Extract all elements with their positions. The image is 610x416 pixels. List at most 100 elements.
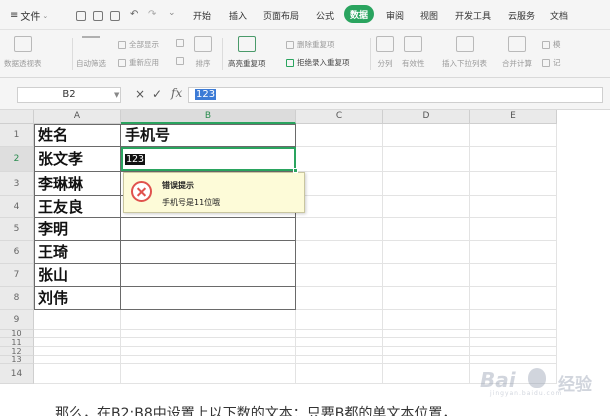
tab-view[interactable]: 视图: [420, 9, 438, 22]
show-all-button[interactable]: 全部显示: [118, 39, 159, 50]
file-menu[interactable]: ≡ 文件 ⌄: [10, 8, 48, 23]
cell-a6[interactable]: 王琦: [34, 241, 121, 264]
cell-e10[interactable]: [470, 330, 557, 338]
cell-c7[interactable]: [296, 264, 383, 287]
cell-b14[interactable]: [121, 364, 296, 384]
cell-d10[interactable]: [383, 330, 470, 338]
column-header-c[interactable]: C: [296, 110, 383, 124]
cell-e8[interactable]: [470, 287, 557, 310]
sort-ascending-button[interactable]: [176, 39, 184, 47]
tab-developer[interactable]: 开发工具: [455, 9, 491, 22]
confirm-entry-icon[interactable]: ✓: [152, 87, 162, 101]
cell-a7[interactable]: 张山: [34, 264, 121, 287]
cell-a10[interactable]: [34, 330, 121, 338]
pivot-table-button[interactable]: 数据透视表: [4, 36, 42, 69]
cancel-entry-icon[interactable]: ×: [135, 87, 145, 101]
undo-icon[interactable]: ↶: [130, 9, 138, 20]
highlight-duplicates-button[interactable]: 高亮重复项: [228, 36, 266, 69]
row-header-9[interactable]: 9: [0, 310, 34, 330]
cell-d7[interactable]: [383, 264, 470, 287]
cell-c10[interactable]: [296, 330, 383, 338]
tab-insert[interactable]: 插入: [229, 9, 247, 22]
cell-d8[interactable]: [383, 287, 470, 310]
cell-b5[interactable]: [121, 218, 296, 241]
tab-formulas[interactable]: 公式: [316, 9, 334, 22]
cell-d2[interactable]: [383, 147, 470, 172]
cell-d1[interactable]: [383, 124, 470, 147]
cell-e12[interactable]: [470, 347, 557, 356]
print-preview-icon[interactable]: [110, 11, 120, 21]
redo-icon[interactable]: ↷: [148, 9, 156, 20]
cell-b6[interactable]: [121, 241, 296, 264]
cell-d13[interactable]: [383, 356, 470, 364]
row-header-14[interactable]: 14: [0, 364, 34, 384]
print-icon[interactable]: [93, 11, 103, 21]
cell-d11[interactable]: [383, 338, 470, 347]
cell-c8[interactable]: [296, 287, 383, 310]
split-columns-button[interactable]: 分列: [376, 36, 394, 69]
cell-a4[interactable]: 王友良: [34, 196, 121, 218]
tab-review[interactable]: 审阅: [386, 9, 404, 22]
cell-c2[interactable]: [296, 147, 383, 172]
cell-e3[interactable]: [470, 172, 557, 196]
cell-b10[interactable]: [121, 330, 296, 338]
cell-b11[interactable]: [121, 338, 296, 347]
cell-e9[interactable]: [470, 310, 557, 330]
cell-c1[interactable]: [296, 124, 383, 147]
cell-e4[interactable]: [470, 196, 557, 218]
cell-b7[interactable]: [121, 264, 296, 287]
consolidate-button[interactable]: 合并计算: [502, 36, 532, 69]
cell-d9[interactable]: [383, 310, 470, 330]
insert-function-icon[interactable]: fx: [171, 86, 182, 100]
cell-d14[interactable]: [383, 364, 470, 384]
customize-quick-access-icon[interactable]: ⌄: [168, 8, 176, 18]
column-header-e[interactable]: E: [470, 110, 557, 124]
cell-a5[interactable]: 李明: [34, 218, 121, 241]
tab-cloud[interactable]: 云服务: [508, 9, 535, 22]
model-button[interactable]: 模: [542, 39, 561, 50]
sort-descending-button[interactable]: [176, 57, 184, 65]
record-button[interactable]: 记: [542, 57, 561, 68]
cell-c9[interactable]: [296, 310, 383, 330]
cell-c3[interactable]: [296, 172, 383, 196]
fill-handle[interactable]: [293, 168, 298, 173]
cell-b13[interactable]: [121, 356, 296, 364]
cell-d3[interactable]: [383, 172, 470, 196]
save-icon[interactable]: [76, 11, 86, 21]
cell-a3[interactable]: 李琳琳: [34, 172, 121, 196]
cell-e6[interactable]: [470, 241, 557, 264]
row-header-2[interactable]: 2: [0, 147, 34, 172]
cell-c5[interactable]: [296, 218, 383, 241]
cell-a11[interactable]: [34, 338, 121, 347]
tab-home[interactable]: 开始: [193, 9, 211, 22]
row-header-3[interactable]: 3: [0, 172, 34, 196]
row-header-5[interactable]: 5: [0, 218, 34, 241]
cell-c13[interactable]: [296, 356, 383, 364]
cell-a1[interactable]: 姓名: [34, 124, 121, 147]
cell-b9[interactable]: [121, 310, 296, 330]
tab-page-layout[interactable]: 页面布局: [263, 9, 299, 22]
row-header-11[interactable]: 11: [0, 338, 34, 347]
cell-c12[interactable]: [296, 347, 383, 356]
cell-b12[interactable]: [121, 347, 296, 356]
cell-b8[interactable]: [121, 287, 296, 310]
cell-e1[interactable]: [470, 124, 557, 147]
cell-b1[interactable]: 手机号: [121, 124, 296, 147]
cell-c6[interactable]: [296, 241, 383, 264]
column-header-b[interactable]: B: [121, 110, 296, 124]
cell-c11[interactable]: [296, 338, 383, 347]
row-header-8[interactable]: 8: [0, 287, 34, 310]
name-box-dropdown-icon[interactable]: ▼: [114, 91, 119, 99]
cell-a9[interactable]: [34, 310, 121, 330]
reject-duplicates-button[interactable]: 拒绝录入重复项: [286, 57, 350, 68]
active-cell-b2[interactable]: 123: [121, 147, 296, 171]
reapply-button[interactable]: 重新应用: [118, 57, 159, 68]
autofilter-button[interactable]: 自动筛选: [76, 36, 106, 69]
name-box[interactable]: B2: [17, 87, 121, 103]
sort-button[interactable]: 排序: [194, 36, 212, 69]
cell-d4[interactable]: [383, 196, 470, 218]
cell-a13[interactable]: [34, 356, 121, 364]
tab-data[interactable]: 数据: [344, 5, 375, 23]
cell-a12[interactable]: [34, 347, 121, 356]
cell-d6[interactable]: [383, 241, 470, 264]
